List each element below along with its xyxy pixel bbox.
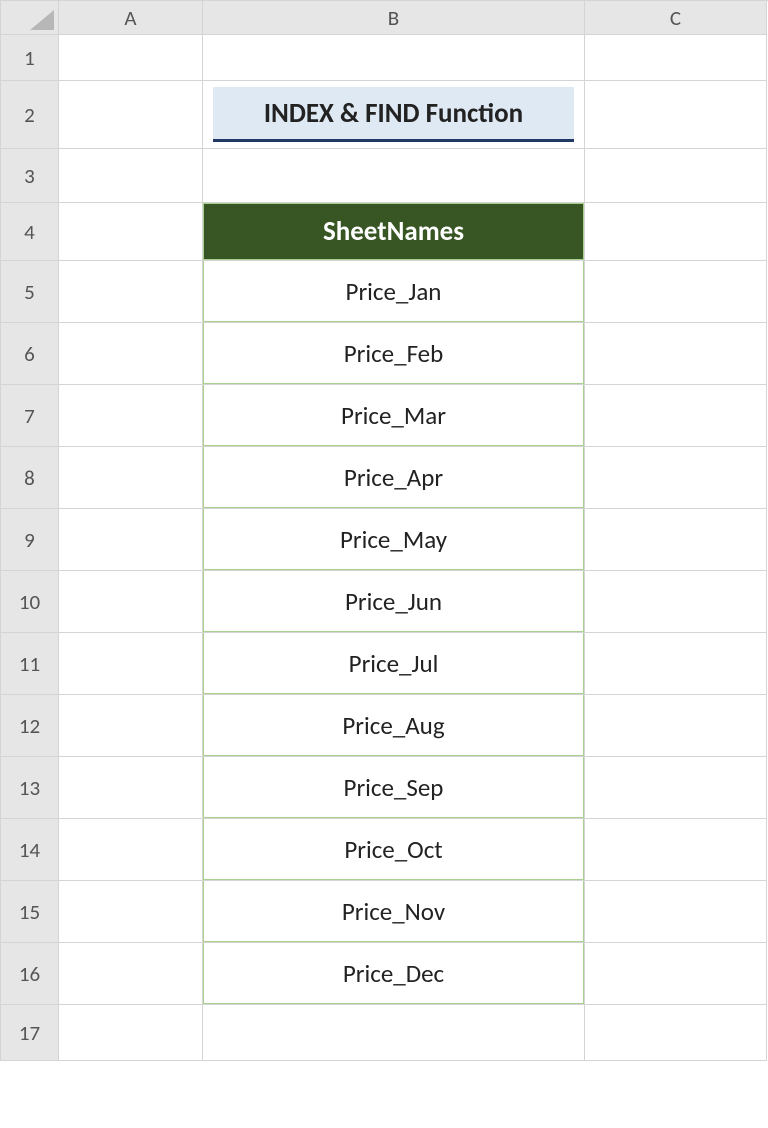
cell-C7[interactable] [585, 385, 767, 447]
cell-C16[interactable] [585, 943, 767, 1005]
table-cell: Price_May [203, 509, 584, 570]
col-header-C[interactable]: C [585, 1, 767, 35]
cell-C11[interactable] [585, 633, 767, 695]
cell-B16[interactable]: Price_Dec exceldemy EXCEL · DATA · BI [203, 943, 585, 1005]
cell-B1[interactable] [203, 35, 585, 81]
cell-A12[interactable] [59, 695, 203, 757]
cell-A2[interactable] [59, 81, 203, 149]
col-header-B[interactable]: B [203, 1, 585, 35]
cell-B9[interactable]: Price_May [203, 509, 585, 571]
row-header-6[interactable]: 6 [1, 323, 59, 385]
cell-C4[interactable] [585, 203, 767, 261]
table-cell: Price_Jan [203, 261, 584, 322]
cell-B13[interactable]: Price_Sep [203, 757, 585, 819]
cell-C14[interactable] [585, 819, 767, 881]
cell-B11[interactable]: Price_Jul [203, 633, 585, 695]
cell-C1[interactable] [585, 35, 767, 81]
table-cell: Price_Nov [203, 881, 584, 942]
cell-B8[interactable]: Price_Apr [203, 447, 585, 509]
cell-B15[interactable]: Price_Nov [203, 881, 585, 943]
row-header-16[interactable]: 16 [1, 943, 59, 1005]
row-header-4[interactable]: 4 [1, 203, 59, 261]
row-header-13[interactable]: 13 [1, 757, 59, 819]
cell-B3[interactable] [203, 149, 585, 203]
table-cell: Price_Apr [203, 447, 584, 508]
cell-A5[interactable] [59, 261, 203, 323]
table-cell: Price_Aug [203, 695, 584, 756]
table-header: SheetNames [203, 203, 584, 260]
row-header-9[interactable]: 9 [1, 509, 59, 571]
page-title: INDEX & FIND Function [213, 87, 574, 142]
cell-A4[interactable] [59, 203, 203, 261]
cell-B6[interactable]: Price_Feb [203, 323, 585, 385]
table-cell: Price_Jun [203, 571, 584, 632]
cell-B2[interactable]: INDEX & FIND Function [203, 81, 585, 149]
row-header-11[interactable]: 11 [1, 633, 59, 695]
cell-C10[interactable] [585, 571, 767, 633]
cell-A11[interactable] [59, 633, 203, 695]
cell-A16[interactable] [59, 943, 203, 1005]
cell-B17[interactable] [203, 1005, 585, 1061]
cell-A3[interactable] [59, 149, 203, 203]
cell-A9[interactable] [59, 509, 203, 571]
cell-C5[interactable] [585, 261, 767, 323]
cell-B5[interactable]: Price_Jan [203, 261, 585, 323]
cell-A1[interactable] [59, 35, 203, 81]
cell-C12[interactable] [585, 695, 767, 757]
select-all-corner[interactable] [1, 1, 59, 35]
cell-B4[interactable]: SheetNames [203, 203, 585, 261]
cell-A15[interactable] [59, 881, 203, 943]
table-cell: Price_Feb [203, 323, 584, 384]
row-header-5[interactable]: 5 [1, 261, 59, 323]
row-header-14[interactable]: 14 [1, 819, 59, 881]
cell-C15[interactable] [585, 881, 767, 943]
cell-C8[interactable] [585, 447, 767, 509]
table-cell: Price_Sep [203, 757, 584, 818]
table-cell: Price_Oct [203, 819, 584, 880]
row-header-7[interactable]: 7 [1, 385, 59, 447]
cell-B10[interactable]: Price_Jun [203, 571, 585, 633]
cell-C13[interactable] [585, 757, 767, 819]
table-cell: Price_Mar [203, 385, 584, 446]
cell-A6[interactable] [59, 323, 203, 385]
cell-C17[interactable] [585, 1005, 767, 1061]
row-header-3[interactable]: 3 [1, 149, 59, 203]
cell-B7[interactable]: Price_Mar [203, 385, 585, 447]
spreadsheet-grid: A B C 1 2 INDEX & FIND Function 3 4 Shee… [0, 0, 768, 1061]
row-header-17[interactable]: 17 [1, 1005, 59, 1061]
row-header-1[interactable]: 1 [1, 35, 59, 81]
row-header-10[interactable]: 10 [1, 571, 59, 633]
cell-C2[interactable] [585, 81, 767, 149]
row-header-2[interactable]: 2 [1, 81, 59, 149]
col-header-A[interactable]: A [59, 1, 203, 35]
cell-A14[interactable] [59, 819, 203, 881]
cell-C3[interactable] [585, 149, 767, 203]
cell-A13[interactable] [59, 757, 203, 819]
row-header-15[interactable]: 15 [1, 881, 59, 943]
table-cell: Price_Jul [203, 633, 584, 694]
cell-A8[interactable] [59, 447, 203, 509]
table-cell: Price_Dec [203, 943, 584, 1004]
row-header-8[interactable]: 8 [1, 447, 59, 509]
cell-B14[interactable]: Price_Oct [203, 819, 585, 881]
cell-B12[interactable]: Price_Aug [203, 695, 585, 757]
cell-C6[interactable] [585, 323, 767, 385]
cell-A17[interactable] [59, 1005, 203, 1061]
cell-C9[interactable] [585, 509, 767, 571]
cell-A10[interactable] [59, 571, 203, 633]
cell-A7[interactable] [59, 385, 203, 447]
row-header-12[interactable]: 12 [1, 695, 59, 757]
